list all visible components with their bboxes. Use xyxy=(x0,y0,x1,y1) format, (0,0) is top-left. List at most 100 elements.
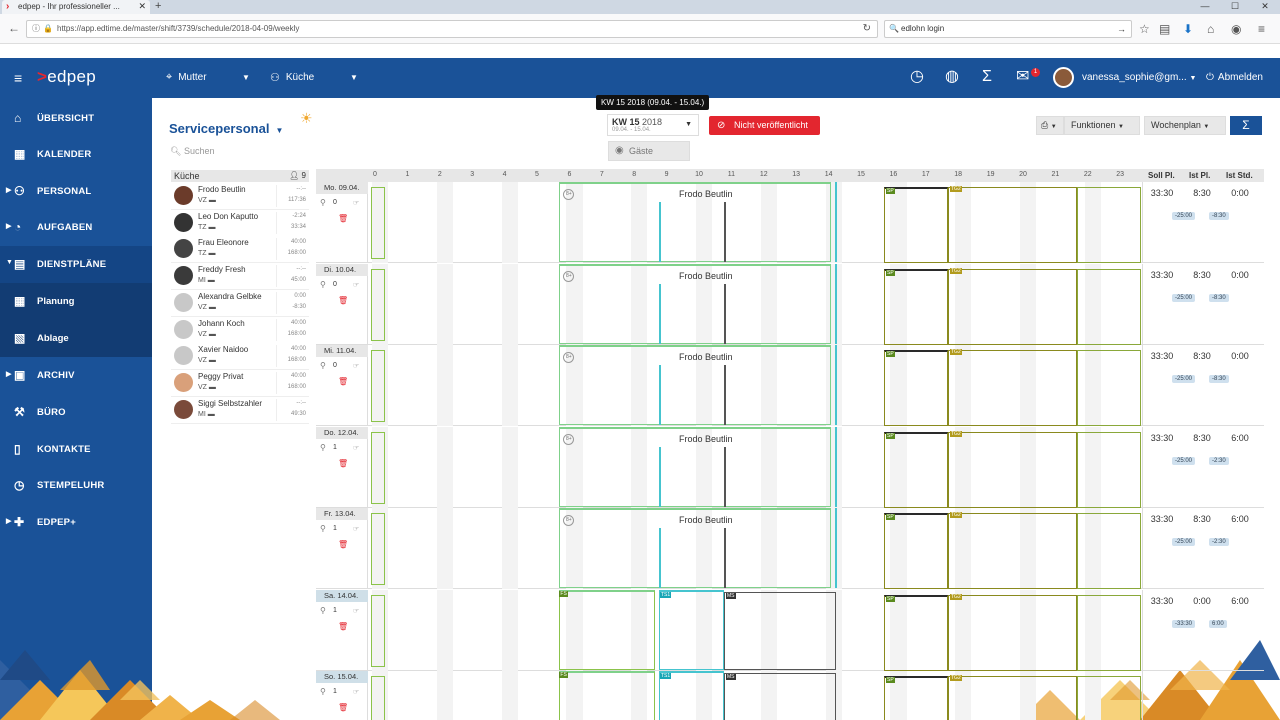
shift-block[interactable] xyxy=(948,187,1077,263)
shift-block[interactable] xyxy=(948,350,1077,426)
trash-icon[interactable]: 🗑︎ xyxy=(338,296,348,305)
browser-tab[interactable]: › edpep - Ihr professioneller ... ✕ xyxy=(2,0,150,14)
trash-icon[interactable]: 🗑︎ xyxy=(338,377,348,386)
shift-bar[interactable] xyxy=(371,431,385,504)
shift-block[interactable] xyxy=(1077,187,1141,263)
go-arrow-icon[interactable]: → xyxy=(1117,21,1126,37)
hand-icon[interactable]: ☞ xyxy=(353,444,359,452)
shift-bar[interactable] xyxy=(371,350,385,422)
assign-icon[interactable]: ⚲ xyxy=(320,361,326,370)
maximize-icon[interactable]: ☐ xyxy=(1220,0,1250,14)
publish-status-button[interactable]: ⊘ Nicht veröffentlicht xyxy=(709,116,820,135)
sum-icon[interactable]: Σ xyxy=(982,69,992,85)
user-avatar[interactable] xyxy=(1053,67,1074,88)
user-menu[interactable]: vanessa_sophie@gm... ▼ xyxy=(1082,72,1196,83)
shift-block[interactable] xyxy=(1077,350,1141,426)
hand-icon[interactable]: ☞ xyxy=(353,362,359,370)
sidebar-item-kalender[interactable]: ▦ KALENDER xyxy=(0,136,152,173)
edpep-logo[interactable]: >edpep xyxy=(37,67,96,87)
shift-block[interactable] xyxy=(724,591,836,670)
shift-block[interactable] xyxy=(948,431,1077,508)
hand-icon[interactable]: ☞ xyxy=(353,688,359,696)
reading-list-icon[interactable]: ▤ xyxy=(1159,22,1170,36)
shift-block[interactable] xyxy=(884,187,948,263)
department-select[interactable]: ⚇ Küche ▼ xyxy=(270,71,358,84)
assign-icon[interactable]: ⚲ xyxy=(320,443,326,452)
shift-block[interactable] xyxy=(559,589,656,670)
sidebar-item-personal[interactable]: ▶ ⚇ PERSONAL xyxy=(0,173,152,210)
trash-icon[interactable]: 🗑︎ xyxy=(338,622,348,631)
employee-row[interactable]: Alexandra Gelbke VZ ▬ 0:00 -8:30 xyxy=(171,289,309,317)
week-select[interactable]: KW 15 2018 09.04. - 15.04. ▼ xyxy=(607,114,699,136)
new-tab-button[interactable]: + xyxy=(155,0,161,13)
employee-row[interactable]: Peggy Privat VZ ▬ 40:00 168:00 xyxy=(171,369,309,397)
view-dropdown[interactable]: Wochenplan ▼ xyxy=(1144,116,1226,135)
close-window-icon[interactable]: ✕ xyxy=(1250,0,1280,14)
trash-icon[interactable]: 🗑︎ xyxy=(338,459,348,468)
employee-row[interactable]: Siggi Selbstzahler MI ▬ --:-- 49:30 xyxy=(171,396,309,424)
shift-block[interactable] xyxy=(559,671,656,720)
download-icon[interactable]: ⬇ xyxy=(1183,22,1193,36)
assign-icon[interactable]: ⚲ xyxy=(320,280,326,289)
sidebar-item-planung[interactable]: ▦ Planung xyxy=(0,283,152,320)
shift-bar[interactable] xyxy=(371,187,385,259)
sidebar-item-edpep-plus[interactable]: ▶ ✚ EDPEP+ xyxy=(0,504,152,541)
employee-row[interactable]: Frau Eleonore TZ ▬ 40:00 168:00 xyxy=(171,236,309,264)
hand-icon[interactable]: ☞ xyxy=(353,281,359,289)
assign-icon[interactable]: ⚲ xyxy=(320,198,326,207)
page-title[interactable]: Servicepersonal ▼ xyxy=(169,121,283,136)
back-icon[interactable]: ← xyxy=(8,21,20,35)
hand-icon[interactable]: ☞ xyxy=(353,607,359,615)
shift-block[interactable] xyxy=(1077,676,1141,720)
browser-search-field[interactable]: 🔍 edlohn login → xyxy=(884,20,1132,38)
sidebar-item-stempeluhr[interactable]: ◷ STEMPELUHR xyxy=(0,467,152,504)
print-button[interactable]: ⎙ ▼ xyxy=(1036,116,1064,135)
shift-block[interactable] xyxy=(948,594,1077,671)
shift-block[interactable] xyxy=(1077,594,1141,671)
location-select[interactable]: ⌖ Mutter ▼ xyxy=(166,71,250,84)
shift-block[interactable] xyxy=(1077,268,1141,345)
assign-icon[interactable]: ⚲ xyxy=(320,524,326,533)
add-shift-icon[interactable]: 8+ xyxy=(563,270,575,282)
reload-icon[interactable]: ↻ xyxy=(863,21,871,37)
shift-bar[interactable] xyxy=(371,268,385,341)
employee-row[interactable]: Leo Don Kaputto TZ ▬ -2:24 33:34 xyxy=(171,209,309,237)
globe-icon[interactable]: ◍ xyxy=(945,69,959,85)
bookmark-star-icon[interactable]: ☆ xyxy=(1139,22,1150,36)
employee-row[interactable]: Johann Koch VZ ▬ 40:00 168:00 xyxy=(171,316,309,344)
shift-block[interactable] xyxy=(884,350,948,426)
trash-icon[interactable]: 🗑︎ xyxy=(338,214,348,223)
shift-block[interactable] xyxy=(1077,513,1141,589)
shift-block[interactable] xyxy=(948,676,1077,720)
sidebar-item-aufgaben[interactable]: ▶ ◔ AUFGABEN xyxy=(0,209,152,246)
sidebar-item-dienstplaene[interactable]: ▼ ▤ DIENSTPLÄNE xyxy=(0,246,152,283)
employee-row[interactable]: Xavier Naidoo VZ ▬ 40:00 168:00 xyxy=(171,343,309,371)
shift-block[interactable] xyxy=(884,268,948,345)
assign-icon[interactable]: ⚲ xyxy=(320,606,326,615)
pocket-icon[interactable]: ◉ xyxy=(1231,22,1241,36)
sidebar-item-uebersicht[interactable]: ⌂ ÜBERSICHT xyxy=(0,100,152,137)
shift-bar[interactable] xyxy=(371,594,385,667)
employee-row[interactable]: Frodo Beutlin VZ ▬ --:-- 117:36 xyxy=(171,183,309,210)
clock-icon[interactable]: ◷ xyxy=(910,69,924,85)
hand-icon[interactable]: ☞ xyxy=(353,199,359,207)
shift-block[interactable] xyxy=(884,513,948,589)
menu-toggle-icon[interactable]: ≡ xyxy=(14,70,22,86)
logout-button[interactable]: ⏻ Abmelden xyxy=(1206,72,1263,83)
assign-icon[interactable]: ⚲ xyxy=(320,687,326,696)
sum-button[interactable]: Σ xyxy=(1230,116,1262,135)
browser-menu-icon[interactable]: ≡ xyxy=(1258,22,1265,36)
employee-row[interactable]: Freddy Fresh MI ▬ --:-- 45:00 xyxy=(171,263,309,291)
employee-search-input[interactable]: 🔍︎ Suchen xyxy=(170,146,214,157)
shift-block[interactable] xyxy=(884,594,948,671)
sidebar-item-buero[interactable]: ⚒ BÜRO xyxy=(0,394,152,431)
shift-block[interactable] xyxy=(948,268,1077,345)
shift-block[interactable] xyxy=(659,589,724,670)
employee-group-header[interactable]: Küche 👤︎ 9 xyxy=(171,170,309,182)
trash-icon[interactable]: 🗑︎ xyxy=(338,540,348,549)
shift-bar[interactable] xyxy=(371,513,385,585)
mail-icon[interactable]: ✉ xyxy=(1016,69,1029,85)
sidebar-item-ablage[interactable]: ▧ Ablage xyxy=(0,320,152,357)
shift-block[interactable] xyxy=(1077,431,1141,508)
shift-block[interactable] xyxy=(724,673,836,720)
